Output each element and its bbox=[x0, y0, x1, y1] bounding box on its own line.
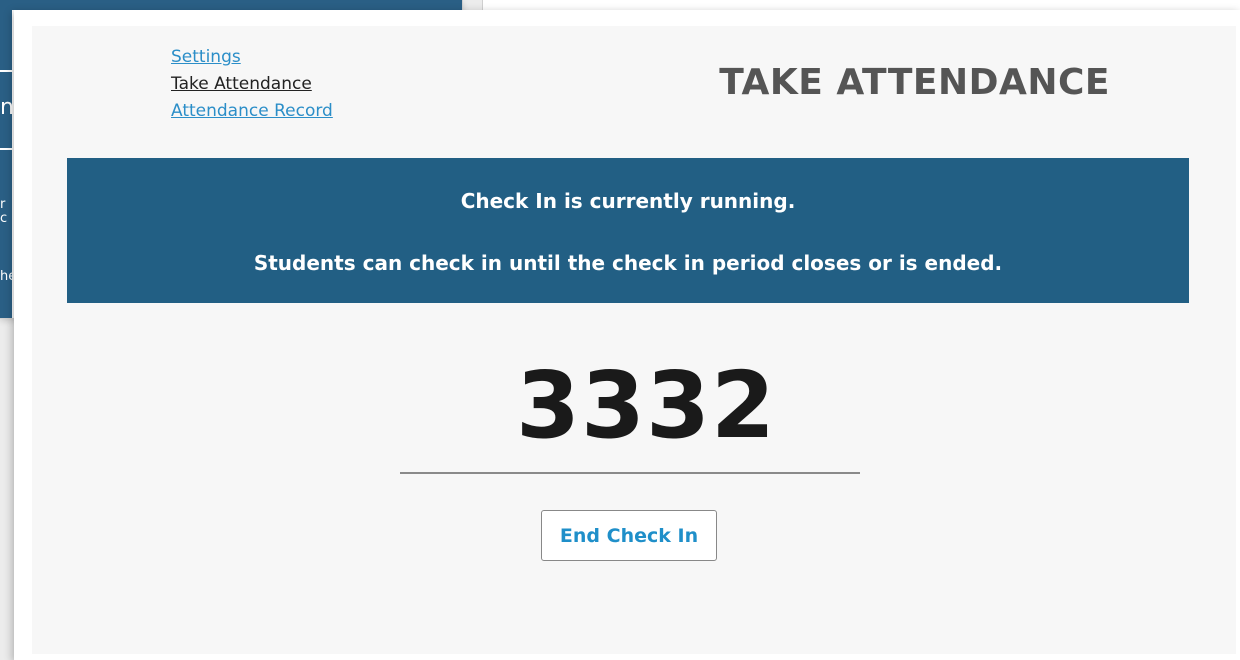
background-text-fragment: he bbox=[0, 270, 12, 284]
background-window-header bbox=[0, 0, 462, 10]
check-in-code: 3332 bbox=[515, 352, 777, 459]
background-divider bbox=[0, 70, 12, 72]
nav-link-attendance-record[interactable]: Attendance Record bbox=[171, 98, 333, 125]
nav-link-settings[interactable]: Settings bbox=[171, 44, 333, 71]
background-text-fragment: r c bbox=[0, 198, 8, 226]
end-check-in-button[interactable]: End Check In bbox=[541, 510, 717, 561]
background-text-fragment: n bbox=[0, 96, 12, 120]
status-message: Check In is currently running. bbox=[460, 189, 796, 213]
status-detail: Students can check in until the check in… bbox=[253, 251, 1003, 275]
attendance-modal: Settings Take Attendance Attendance Reco… bbox=[14, 10, 1240, 660]
nav-link-take-attendance[interactable]: Take Attendance bbox=[171, 71, 333, 98]
page-title: TAKE ATTENDANCE bbox=[719, 62, 1110, 103]
screen: n r c he Settings Take Attendance Attend… bbox=[0, 0, 1240, 660]
attendance-panel: Settings Take Attendance Attendance Reco… bbox=[32, 26, 1236, 654]
status-banner: Check In is currently running. Students … bbox=[67, 158, 1189, 303]
background-window-secondary bbox=[482, 0, 1240, 10]
divider bbox=[400, 472, 860, 474]
attendance-nav: Settings Take Attendance Attendance Reco… bbox=[171, 44, 333, 125]
background-divider bbox=[0, 148, 12, 150]
